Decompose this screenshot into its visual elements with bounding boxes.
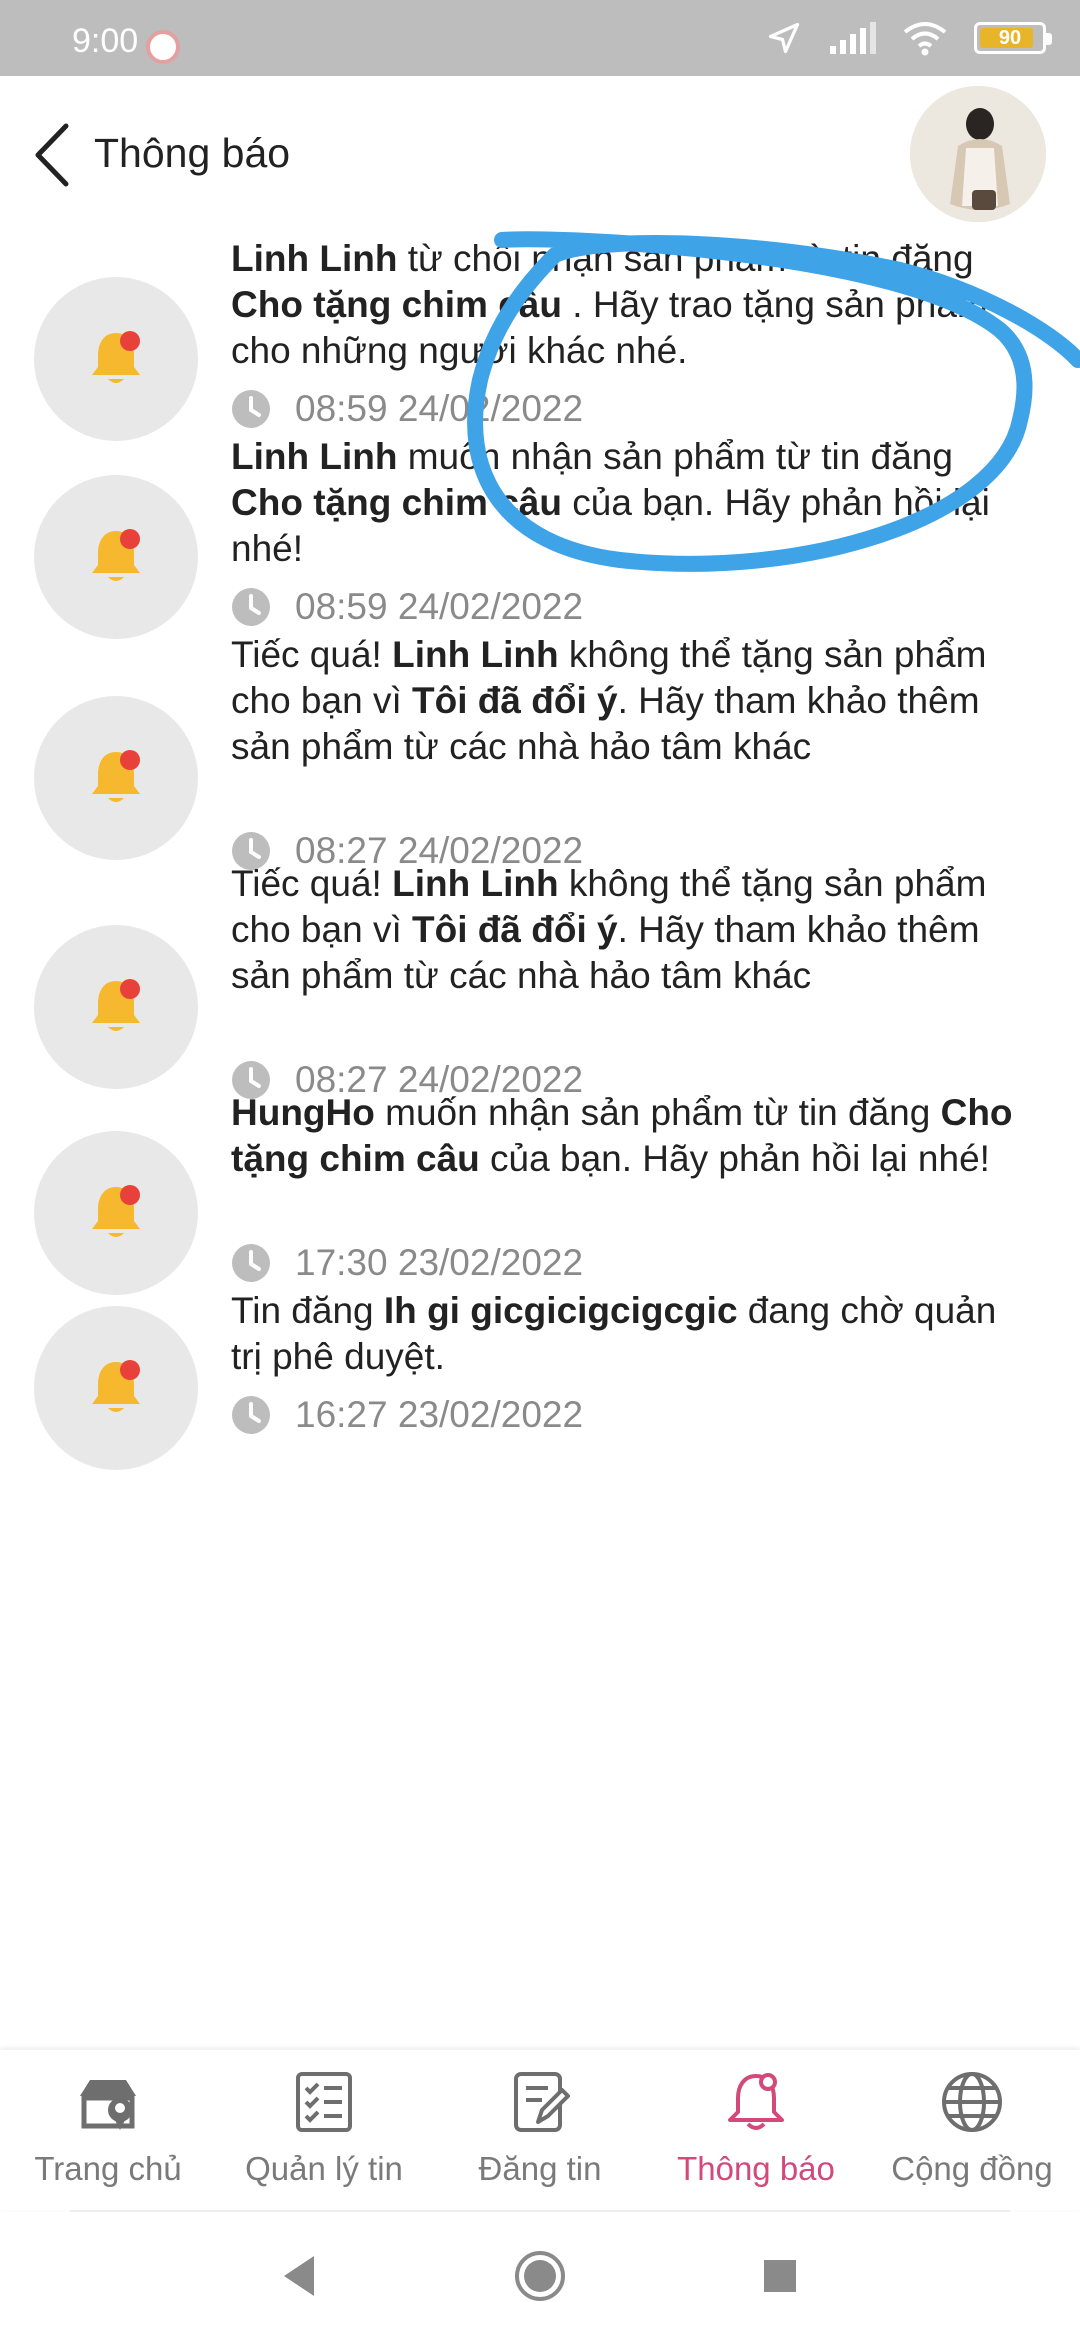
- notification-highlight: Cho tặng chim câu: [231, 482, 562, 523]
- notification-time: 08:59 24/02/2022: [295, 586, 584, 627]
- notification-time: 08:59 24/02/2022: [295, 388, 584, 429]
- notification-time-row: 08:59 24/02/2022: [231, 388, 583, 430]
- clock-icon: [232, 1244, 270, 1282]
- globe-icon: [942, 2072, 1002, 2132]
- bell-icon: [92, 1185, 140, 1237]
- bottom-navigation: Trang chủ Quản lý tin Đăng tin Thông báo: [0, 2050, 1080, 2210]
- notification-message: HungHo muốn nhận sản phẩm từ tin đăng Ch…: [231, 1090, 1031, 1182]
- bell-icon: [92, 750, 140, 802]
- status-time: 9:00: [72, 22, 139, 60]
- checklist-icon: [296, 2072, 352, 2132]
- notification-highlight: Tôi đã đổi ý: [412, 909, 618, 950]
- nav-item-trang-chu[interactable]: Trang chủ: [0, 2050, 216, 2210]
- notification-message: Linh Linh muốn nhận sản phẩm từ tin đăng…: [231, 434, 1031, 572]
- system-back-icon[interactable]: [272, 2248, 328, 2304]
- notification-bell-avatar: [34, 1131, 198, 1295]
- clock-icon: [232, 390, 270, 428]
- system-navigation-bar: [0, 2212, 1080, 2340]
- battery-tip: [1046, 33, 1052, 45]
- header: Thông báo: [0, 76, 1080, 236]
- bell-icon: [728, 2073, 784, 2130]
- notification-highlight: Linh Linh: [231, 238, 398, 279]
- clock-icon: [232, 588, 270, 626]
- nav-item-cong-dong[interactable]: Cộng đồng: [864, 2050, 1080, 2210]
- battery-level: 90: [998, 26, 1022, 49]
- nav-label: Quản lý tin: [245, 2150, 403, 2187]
- notification-text: muốn nhận sản phẩm từ tin đăng: [397, 436, 953, 477]
- chevron-left-icon: [35, 123, 69, 187]
- home-store-icon: [80, 2080, 136, 2130]
- notification-time-row: 17:30 23/02/2022: [231, 1242, 583, 1284]
- bell-icon: [92, 1360, 140, 1412]
- location-arrow-icon: [768, 22, 800, 54]
- notification-app-icon: [146, 30, 180, 64]
- system-recents-icon[interactable]: [752, 2248, 808, 2304]
- nav-item-thong-bao[interactable]: Thông báo: [648, 2050, 864, 2210]
- notification-message: Tiếc quá! Linh Linh không thể tặng sản p…: [231, 861, 1031, 999]
- notification-highlight: Linh Linh: [392, 634, 559, 675]
- notification-text: từ chối nhận sản phẩm từ tin đăng: [397, 238, 974, 279]
- notification-text: Tin đăng: [231, 1290, 384, 1331]
- notification-bell-avatar: [34, 277, 198, 441]
- notification-list[interactable]: Linh Linh từ chối nhận sản phẩm từ tin đ…: [0, 236, 1080, 2050]
- notification-highlight: Tôi đã đổi ý: [412, 680, 618, 721]
- clock-icon: [232, 1396, 270, 1434]
- avatar[interactable]: [910, 86, 1046, 222]
- notification-bell-avatar: [34, 1306, 198, 1470]
- nav-item-dang-tin[interactable]: Đăng tin: [432, 2050, 648, 2210]
- bell-icon: [92, 331, 140, 383]
- notification-bell-avatar: [34, 475, 198, 639]
- notification-text: của bạn. Hãy phản hồi lại nhé!: [479, 1138, 990, 1179]
- nav-label: Trang chủ: [34, 2150, 182, 2187]
- page-title: Thông báo: [94, 130, 291, 176]
- battery-indicator: 90: [974, 22, 1052, 54]
- notification-bell-avatar: [34, 696, 198, 860]
- notification-text: Tiếc quá!: [231, 634, 393, 675]
- notification-bell-avatar: [34, 925, 198, 1089]
- notification-time-row: 16:27 23/02/2022: [231, 1394, 583, 1436]
- notification-highlight: Linh Linh: [231, 436, 398, 477]
- notification-message: Tin đăng Ih gi gicgicigcigcgic đang chờ …: [231, 1288, 1031, 1380]
- notification-time-row: 08:59 24/02/2022: [231, 586, 583, 628]
- notification-message: Tiếc quá! Linh Linh không thể tặng sản p…: [231, 632, 1031, 770]
- wifi-icon: [903, 22, 947, 56]
- notification-highlight: Linh Linh: [392, 863, 559, 904]
- nav-label: Cộng đồng: [891, 2150, 1053, 2187]
- nav-label: Đăng tin: [478, 2150, 602, 2187]
- notification-highlight: HungHo: [231, 1092, 375, 1133]
- bell-icon: [92, 529, 140, 581]
- status-indicators: 90: [766, 18, 1052, 58]
- notification-time: 16:27 23/02/2022: [295, 1394, 584, 1435]
- notification-text: muốn nhận sản phẩm từ tin đăng: [374, 1092, 941, 1133]
- nav-item-quan-ly-tin[interactable]: Quản lý tin: [216, 2050, 432, 2210]
- edit-document-icon: [514, 2072, 570, 2132]
- status-bar: 9:00 90: [0, 0, 1080, 76]
- notification-text: Tiếc quá!: [231, 863, 393, 904]
- notification-message: Linh Linh từ chối nhận sản phẩm từ tin đ…: [231, 236, 1031, 374]
- avatar-photo: [910, 86, 1046, 222]
- bell-icon: [92, 979, 140, 1031]
- signal-icon: [830, 22, 876, 54]
- notification-highlight: Ih gi gicgicigcigcgic: [383, 1290, 738, 1331]
- system-home-icon[interactable]: [512, 2248, 568, 2304]
- notification-highlight: Cho tặng chim câu: [231, 284, 562, 325]
- nav-label: Thông báo: [677, 2150, 835, 2187]
- notification-time: 17:30 23/02/2022: [295, 1242, 584, 1283]
- back-button[interactable]: [26, 120, 82, 190]
